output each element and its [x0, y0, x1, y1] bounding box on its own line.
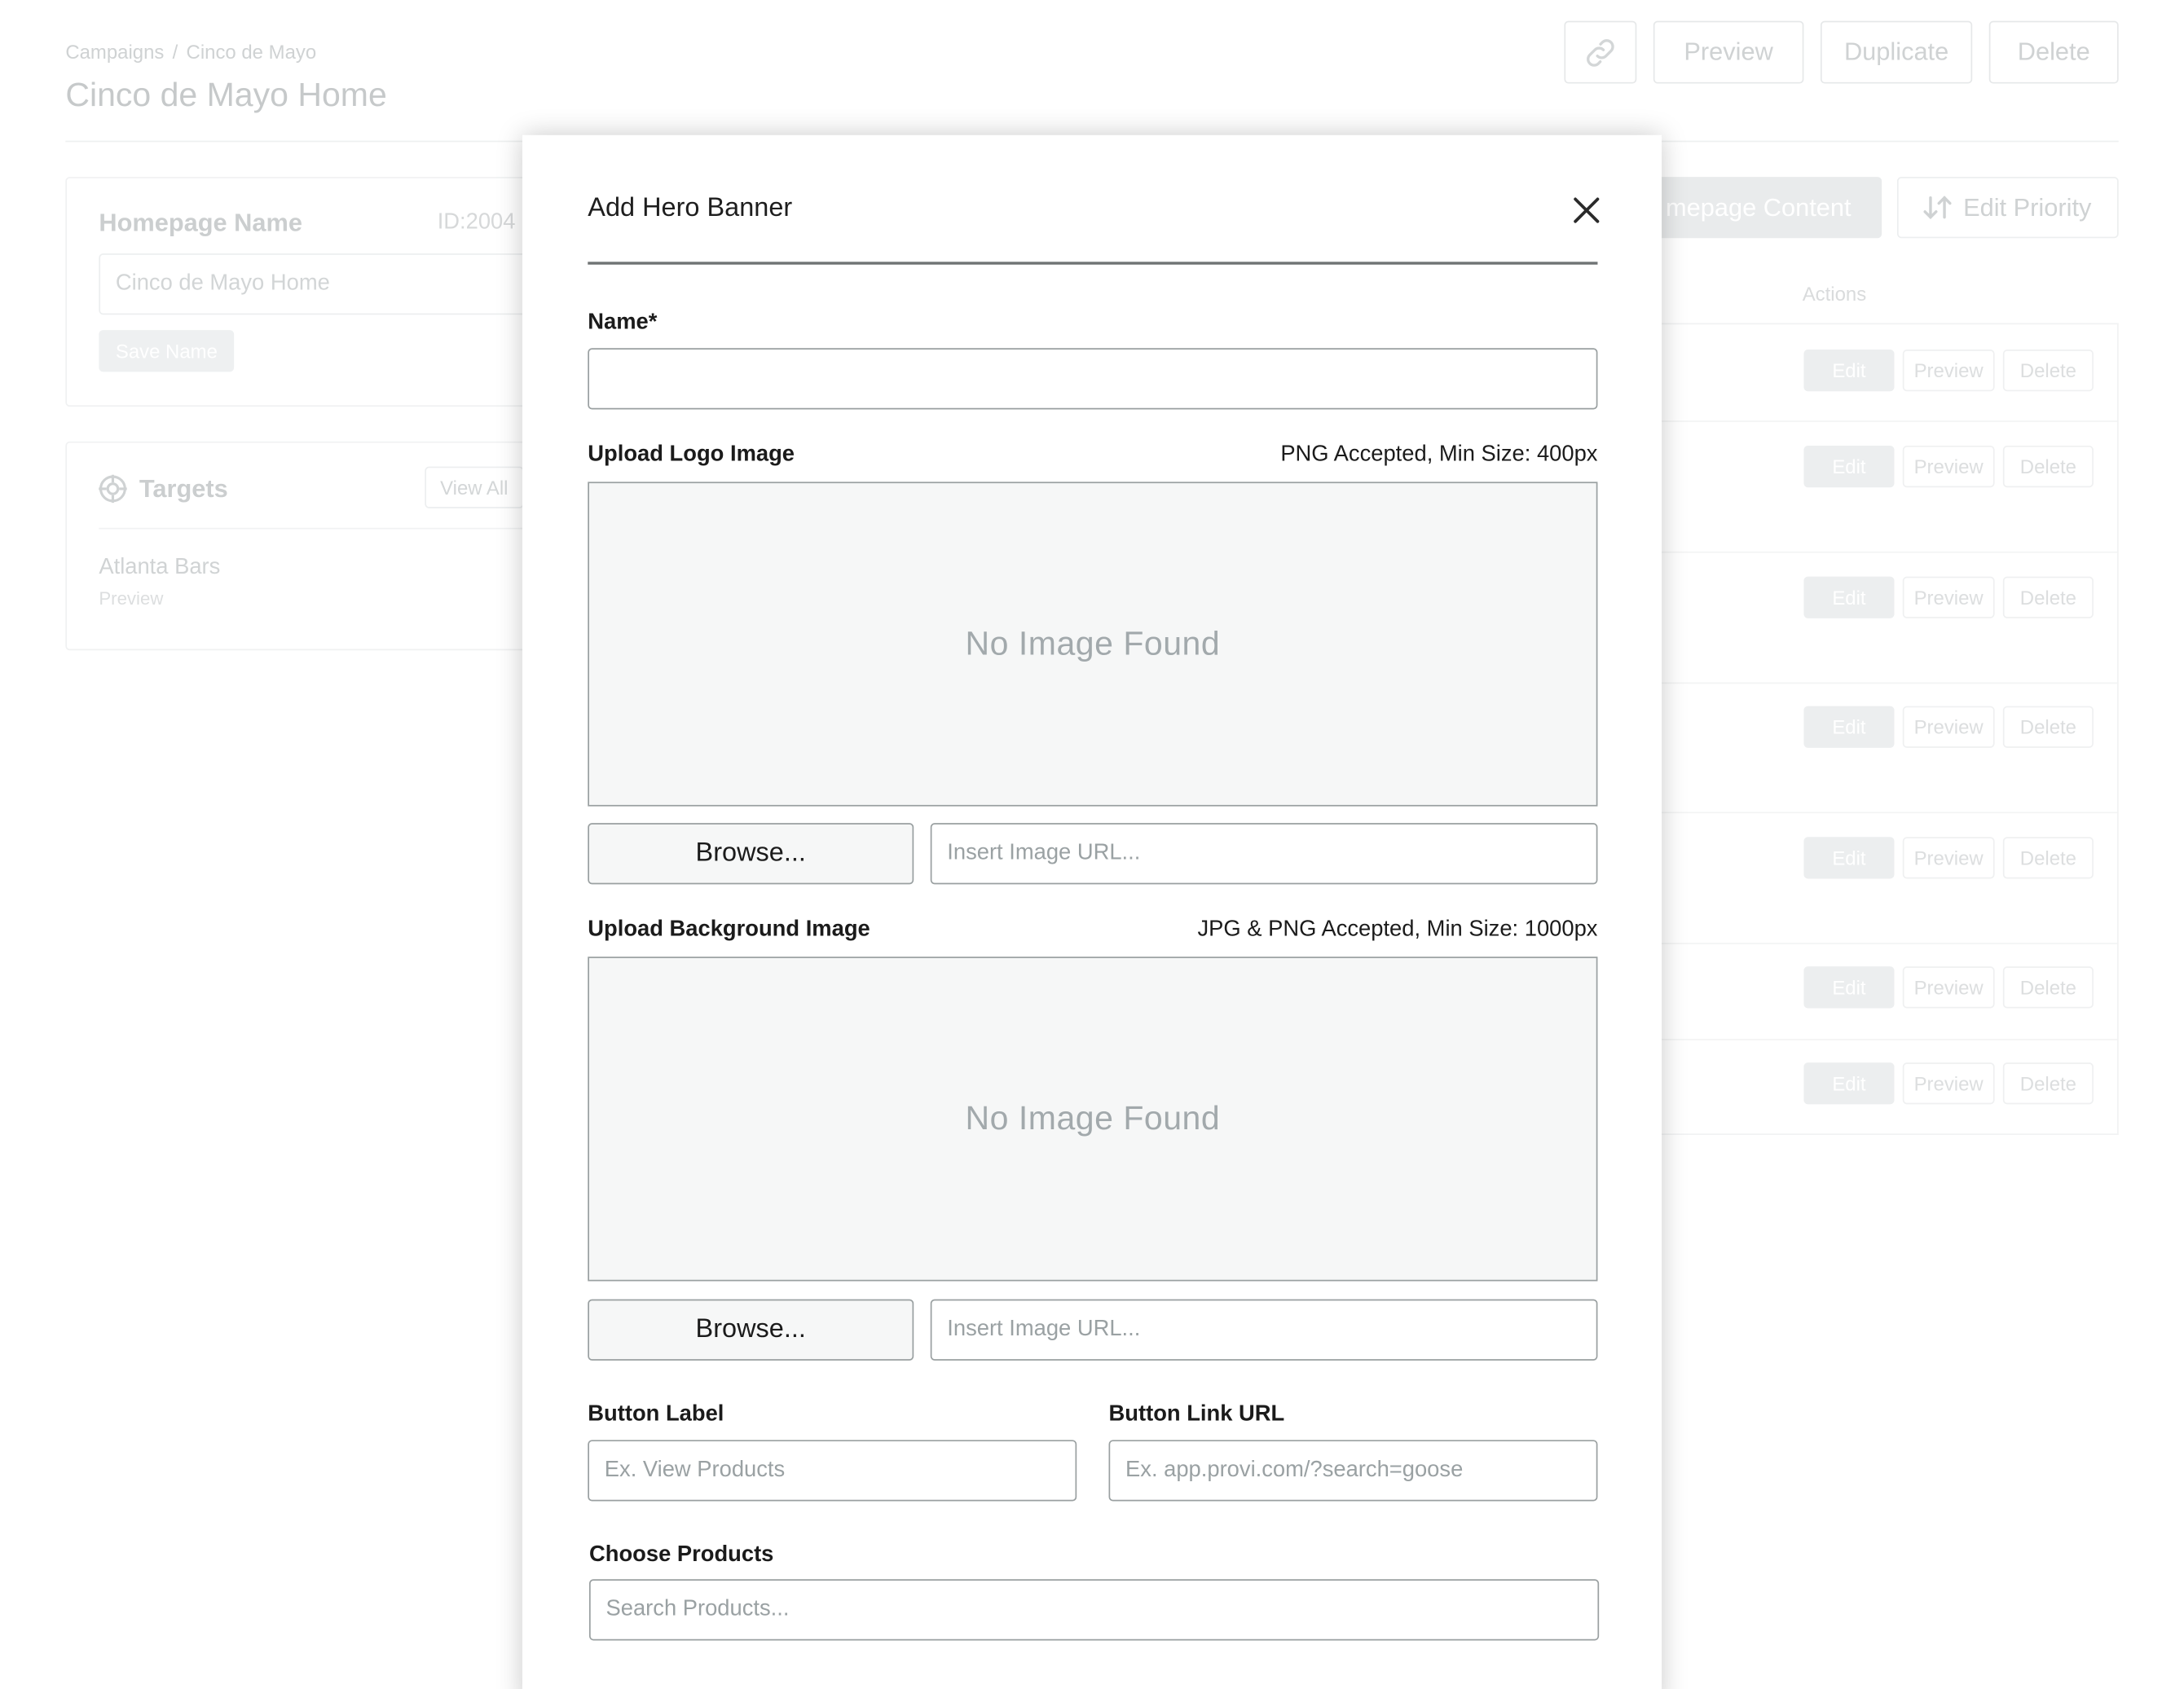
logo-url-input[interactable]	[930, 823, 1598, 885]
table-row: Edit Preview Delete	[1662, 1040, 2117, 1137]
background-url-input[interactable]	[930, 1299, 1598, 1361]
row-preview-button[interactable]: Preview	[1902, 706, 1995, 748]
targets-divider	[99, 527, 538, 530]
row-edit-button[interactable]: Edit	[1803, 445, 1895, 488]
delete-button[interactable]: Delete	[1988, 20, 2119, 84]
name-input[interactable]	[588, 348, 1598, 410]
add-homepage-content-button[interactable]: mepage Content	[1629, 177, 1882, 239]
link-icon	[1587, 38, 1614, 66]
modal-title: Add Hero Banner	[588, 193, 793, 223]
background-no-image-text: No Image Found	[965, 1099, 1221, 1137]
breadcrumb: Campaigns / Cinco de Mayo	[65, 41, 316, 63]
breadcrumb-separator: /	[172, 40, 178, 63]
add-hero-banner-modal: Add Hero Banner Name* Upload Logo Image …	[522, 134, 1662, 1689]
logo-image-dropzone[interactable]: No Image Found	[588, 482, 1598, 807]
table-row: Edit Preview Delete	[1662, 813, 2117, 944]
row-edit-button[interactable]: Edit	[1803, 966, 1895, 1009]
modal-divider	[588, 262, 1598, 265]
targets-label: Targets	[139, 473, 228, 503]
table-row: Edit Preview Delete	[1662, 324, 2117, 422]
duplicate-button[interactable]: Duplicate	[1820, 20, 1973, 84]
app-screen: Campaigns / Cinco de Mayo Cinco de Mayo Ho…	[0, 0, 2184, 1689]
target-preview-link[interactable]: Preview	[99, 587, 163, 609]
row-edit-button[interactable]: Edit	[1803, 706, 1895, 748]
button-link-input[interactable]	[1108, 1440, 1598, 1502]
row-delete-button[interactable]: Delete	[2002, 966, 2094, 1009]
row-delete-button[interactable]: Delete	[2002, 1062, 2094, 1105]
homepage-name-card: Homepage Name ID:2004 Cinco de Mayo Home…	[65, 177, 545, 407]
row-preview-button[interactable]: Preview	[1902, 445, 1995, 488]
button-label-label: Button Label	[588, 1402, 724, 1427]
table-row: Edit Preview Delete	[1662, 553, 2117, 684]
row-delete-button[interactable]: Delete	[2002, 576, 2094, 618]
homepage-name-label: Homepage Name	[99, 209, 303, 237]
row-preview-button[interactable]: Preview	[1902, 576, 1995, 618]
row-edit-button[interactable]: Edit	[1803, 350, 1895, 392]
background-requirements-hint: JPG & PNG Accepted, Min Size: 1000px	[1197, 917, 1598, 942]
row-edit-button[interactable]: Edit	[1803, 837, 1895, 879]
copy-link-button[interactable]	[1564, 20, 1637, 84]
table-row: Edit Preview Delete	[1662, 422, 2117, 553]
search-products-input[interactable]	[588, 1579, 1600, 1641]
breadcrumb-current: Cinco de Mayo	[186, 40, 317, 63]
row-edit-button[interactable]: Edit	[1803, 1062, 1895, 1105]
sort-icon	[1924, 196, 1953, 220]
upload-background-label: Upload Background Image	[588, 917, 870, 942]
row-edit-button[interactable]: Edit	[1803, 576, 1895, 618]
logo-browse-button[interactable]: Browse...	[588, 823, 914, 885]
background-image-dropzone[interactable]: No Image Found	[588, 957, 1598, 1282]
edit-priority-button[interactable]: Edit Priority	[1896, 177, 2119, 239]
target-name[interactable]: Atlanta Bars	[99, 556, 220, 581]
upload-logo-label: Upload Logo Image	[588, 442, 795, 467]
row-preview-button[interactable]: Preview	[1902, 1062, 1995, 1105]
background-browse-button[interactable]: Browse...	[588, 1299, 914, 1361]
content-list: Edit Preview Delete Edit Preview Delete Edit…	[1662, 323, 2119, 1135]
row-delete-button[interactable]: Delete	[2002, 350, 2094, 392]
close-icon[interactable]	[1571, 195, 1602, 226]
targets-header: Targets	[98, 473, 228, 504]
row-delete-button[interactable]: Delete	[2002, 445, 2094, 488]
logo-no-image-text: No Image Found	[965, 624, 1221, 662]
row-preview-button[interactable]: Preview	[1902, 966, 1995, 1009]
page-title: Cinco de Mayo Home	[65, 77, 387, 115]
actions-column-header: Actions	[1802, 282, 1867, 306]
homepage-name-input[interactable]: Cinco de Mayo Home	[99, 253, 545, 315]
row-delete-button[interactable]: Delete	[2002, 837, 2094, 879]
breadcrumb-root[interactable]: Campaigns	[65, 41, 164, 63]
button-link-label: Button Link URL	[1108, 1402, 1285, 1427]
view-all-button[interactable]: View All	[425, 466, 524, 508]
table-row: Edit Preview Delete	[1662, 944, 2117, 1040]
row-preview-button[interactable]: Preview	[1902, 350, 1995, 392]
top-actions: Preview Duplicate Delete	[1564, 20, 2119, 84]
preview-button[interactable]: Preview	[1653, 20, 1804, 84]
row-preview-button[interactable]: Preview	[1902, 837, 1995, 879]
button-label-input[interactable]	[588, 1440, 1077, 1502]
homepage-id: ID:2004	[437, 210, 516, 235]
name-label: Name*	[588, 310, 658, 335]
logo-requirements-hint: PNG Accepted, Min Size: 400px	[1280, 442, 1598, 467]
edit-priority-label: Edit Priority	[1963, 192, 2092, 221]
choose-products-label: Choose Products	[588, 1542, 774, 1567]
row-delete-button[interactable]: Delete	[2002, 706, 2094, 748]
target-icon	[99, 474, 127, 504]
targets-card: Targets View All Atlanta Bars Preview	[65, 441, 539, 651]
table-row: Edit Preview Delete	[1662, 684, 2117, 814]
save-name-button[interactable]: Save Name	[99, 330, 235, 372]
